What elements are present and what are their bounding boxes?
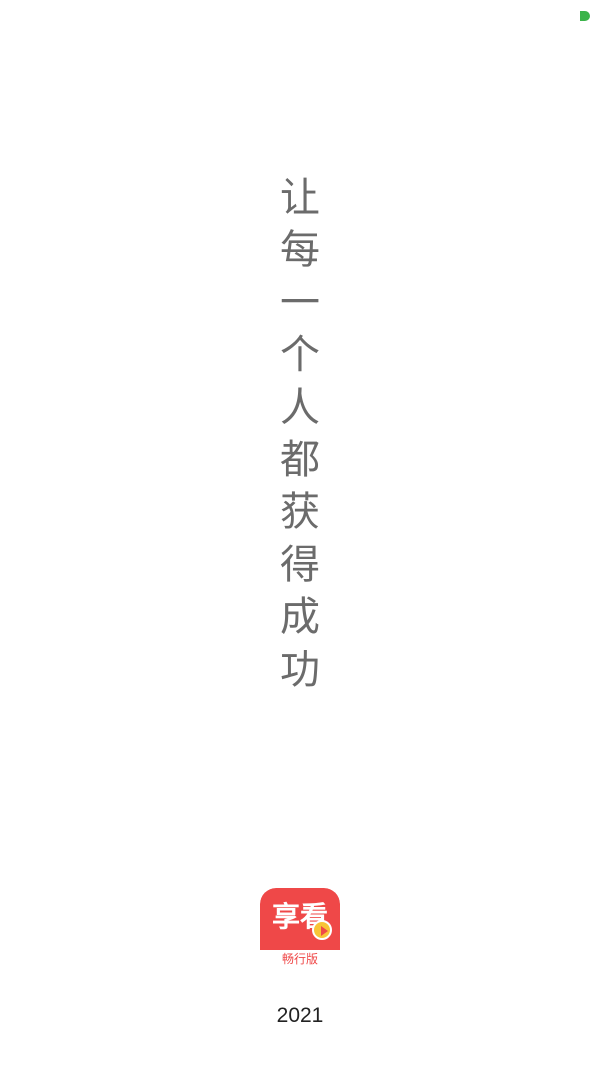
- slogan-char: 每: [280, 227, 320, 274]
- slogan: 让 每 一 个 人 都 获 得 成 功: [0, 172, 600, 696]
- copyright-year: 2021: [276, 1004, 324, 1027]
- slogan-char: 一: [280, 279, 320, 326]
- slogan-char: 获: [280, 489, 320, 536]
- slogan-char: 让: [280, 175, 320, 221]
- slogan-char: 得: [280, 541, 320, 588]
- splash-screen: 让 每 一 个 人 都 获 得 成 功 享看 畅行版 2021: [0, 0, 600, 1067]
- app-logo: 享看 畅行版: [260, 888, 340, 968]
- play-icon: [312, 920, 332, 940]
- status-indicator-dot: [580, 11, 590, 21]
- slogan-char: 成: [280, 594, 320, 641]
- logo-subtitle: 畅行版: [281, 952, 318, 966]
- slogan-char: 功: [280, 646, 320, 693]
- slogan-char: 都: [280, 436, 320, 483]
- slogan-char: 人: [280, 384, 320, 431]
- slogan-char: 个: [280, 332, 320, 379]
